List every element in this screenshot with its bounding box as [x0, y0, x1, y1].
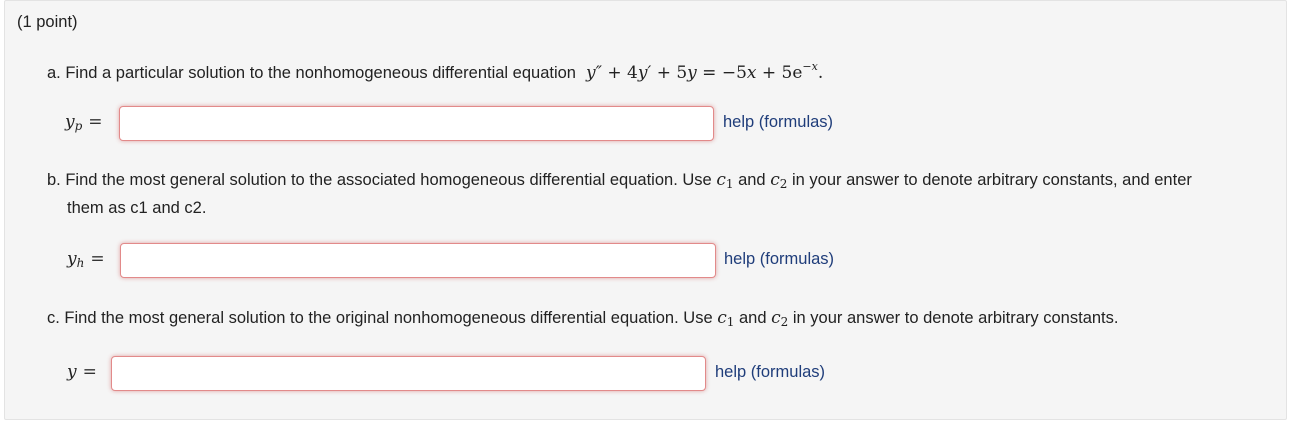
part-b-answer-label: yh =: [67, 249, 105, 270]
part-b-and: and: [738, 171, 766, 189]
points-label: (1 point): [17, 13, 78, 31]
part-b-help-link[interactable]: help (formulas): [724, 250, 834, 269]
c1-symbol: c1: [716, 170, 734, 191]
part-b-suffix: in your answer to denote arbitrary const…: [791, 171, 1192, 189]
part-c-question: c. Find the most general solution to the…: [47, 306, 1118, 334]
part-a-question: a. Find a particular solution to the non…: [47, 55, 823, 85]
part-a-answer-input[interactable]: [119, 106, 714, 141]
part-b-prefix: b. Find the most general solution to the…: [47, 171, 712, 189]
c2-symbol: c2: [771, 308, 789, 329]
c2-symbol: c2: [770, 170, 788, 191]
part-c-help-link[interactable]: help (formulas): [715, 363, 825, 382]
part-c-and: and: [738, 309, 767, 327]
part-c-answer-input[interactable]: [111, 356, 706, 391]
part-b-answer-input[interactable]: [120, 243, 716, 278]
part-c-suffix: in your answer to denote arbitrary const…: [792, 309, 1119, 327]
part-c-prefix: c. Find the most general solution to the…: [47, 309, 713, 327]
problem-container: (1 point) a. Find a particular solution …: [4, 0, 1287, 420]
part-c-answer-label: y =: [67, 362, 97, 382]
part-b-question: b. Find the most general solution to the…: [47, 168, 1272, 220]
part-a-answer-label: yp =: [65, 112, 103, 133]
c1-symbol: c1: [717, 308, 735, 329]
part-b-line2: them as c1 and c2.: [67, 199, 207, 217]
part-a-help-link[interactable]: help (formulas): [723, 113, 833, 132]
part-a-prefix: a. Find a particular solution to the non…: [47, 64, 576, 82]
part-a-equation: y″ + 4y′ + 5y = −5x + 5e−x.: [580, 60, 824, 83]
